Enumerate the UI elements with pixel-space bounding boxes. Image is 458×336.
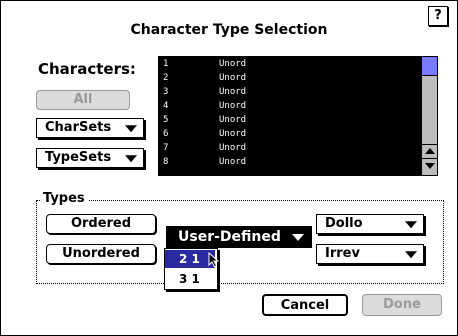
mouse-pointer-icon <box>208 252 220 268</box>
list-item[interactable]: 1 Unord <box>159 59 423 70</box>
list-item[interactable]: 7 Unord <box>159 143 423 154</box>
scroll-thumb[interactable] <box>422 57 437 76</box>
list-item[interactable]: 4 Unord <box>159 101 423 112</box>
ordered-button[interactable]: Ordered <box>46 214 156 234</box>
menu-item-3-1[interactable]: 3 1 <box>165 270 215 288</box>
characters-list[interactable]: 1 Unord 2 Unord 3 Unord 4 Unord 5 Unord 6 Unor… <box>158 56 438 176</box>
cancel-button[interactable]: Cancel <box>262 294 348 316</box>
list-item[interactable]: 5 Unord <box>159 115 423 126</box>
charsets-popup-label: CharSets <box>45 120 112 135</box>
char-type: Unord <box>219 101 247 111</box>
chevron-down-icon <box>405 251 417 259</box>
list-item[interactable]: 3 Unord <box>159 87 423 98</box>
chevron-down-icon <box>125 125 137 133</box>
user-defined-popup[interactable]: User-Defined <box>166 226 312 248</box>
dialog-title: Character Type Selection <box>130 22 328 38</box>
user-defined-popup-label: User-Defined <box>178 229 281 245</box>
types-label: Types <box>40 191 88 206</box>
scroll-up-button[interactable] <box>422 144 437 159</box>
char-type: Unord <box>219 157 247 167</box>
charsets-popup[interactable]: CharSets <box>36 118 144 138</box>
typesets-popup-label: TypeSets <box>45 150 112 165</box>
list-item[interactable]: 8 Unord <box>159 157 423 168</box>
char-type: Unord <box>219 143 247 153</box>
char-number: 4 <box>163 101 169 111</box>
dollo-popup[interactable]: Dollo <box>316 214 424 234</box>
characters-label: Characters: <box>38 60 136 78</box>
char-number: 2 <box>163 73 169 83</box>
chevron-down-icon <box>292 234 304 241</box>
char-number: 8 <box>163 157 169 167</box>
done-button[interactable]: Done <box>362 294 442 316</box>
arrow-down-icon <box>425 163 435 169</box>
char-number: 3 <box>163 87 169 97</box>
char-type: Unord <box>219 73 247 83</box>
irrev-popup[interactable]: Irrev <box>316 244 424 264</box>
unordered-button[interactable]: Unordered <box>46 244 156 264</box>
char-type: Unord <box>219 129 247 139</box>
char-number: 1 <box>163 59 169 69</box>
char-type: Unord <box>219 87 247 97</box>
chevron-down-icon <box>125 155 137 163</box>
all-button[interactable]: All <box>36 90 130 110</box>
scroll-down-button[interactable] <box>422 158 437 175</box>
arrow-up-icon <box>425 148 435 154</box>
chevron-down-icon <box>405 221 417 229</box>
list-scrollbar[interactable] <box>421 57 437 175</box>
char-type: Unord <box>219 59 247 69</box>
char-number: 5 <box>163 115 169 125</box>
char-number: 7 <box>163 143 169 153</box>
list-item[interactable]: 6 Unord <box>159 129 423 140</box>
list-item[interactable]: 2 Unord <box>159 73 423 84</box>
dollo-popup-label: Dollo <box>325 216 363 231</box>
help-button[interactable]: ? <box>428 6 448 26</box>
irrev-popup-label: Irrev <box>325 246 360 261</box>
char-type: Unord <box>219 115 247 125</box>
typesets-popup[interactable]: TypeSets <box>36 148 144 168</box>
char-number: 6 <box>163 129 169 139</box>
